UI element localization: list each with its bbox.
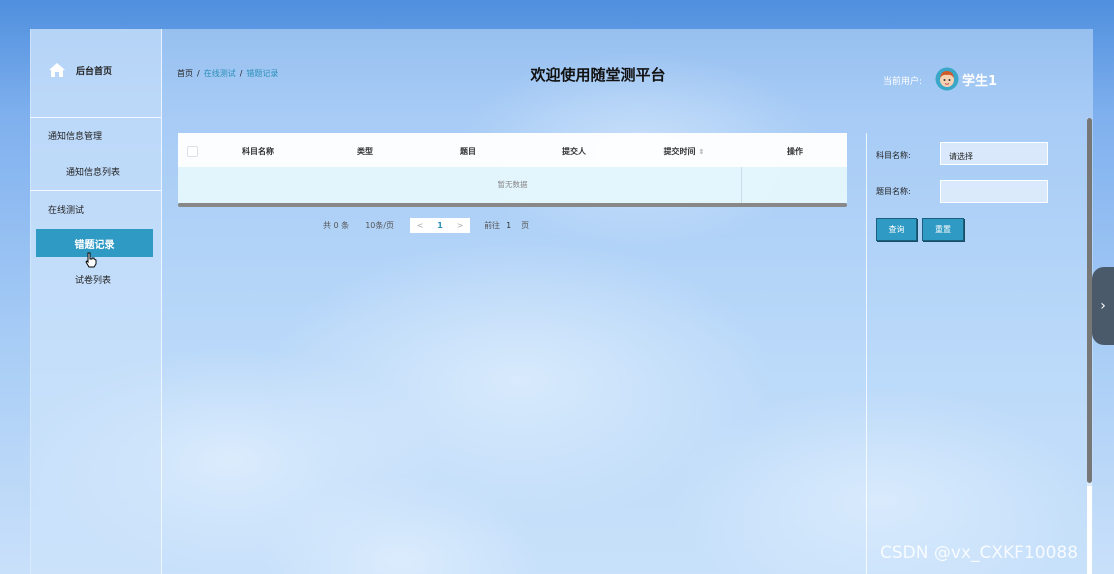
- page-unit-label: 页: [521, 221, 530, 230]
- current-user-name: 学生1: [962, 74, 998, 89]
- breadcrumb-current: 错题记录: [246, 69, 279, 78]
- breadcrumb-separator: /: [239, 69, 243, 78]
- data-table: 科目名称 类型 题目 提交人 提交时间 ⇕ 操作 暂无数据: [178, 133, 847, 207]
- breadcrumb: 首页 / 在线测试 / 错题记录: [177, 68, 278, 79]
- breadcrumb-separator: /: [197, 69, 200, 78]
- question-name-input[interactable]: [940, 180, 1048, 203]
- pagination-total: 共 0 条: [323, 221, 350, 230]
- next-page-button[interactable]: >: [450, 221, 470, 230]
- empty-text: 暂无数据: [497, 180, 528, 189]
- home-icon: [48, 62, 66, 78]
- goto-page-input[interactable]: 1: [506, 221, 511, 230]
- prev-page-button[interactable]: <: [410, 221, 430, 230]
- sort-icon[interactable]: ⇕: [699, 148, 705, 156]
- sidebar-divider: [30, 190, 161, 191]
- breadcrumb-online-test[interactable]: 在线测试: [204, 69, 236, 78]
- sidebar-item-notice-list[interactable]: 通知信息列表: [66, 165, 120, 178]
- column-header-submit-time[interactable]: 提交时间 ⇕: [658, 146, 710, 157]
- pager: < 1 >: [410, 218, 471, 233]
- sidebar: [30, 29, 162, 574]
- column-header-subject: 科目名称: [242, 147, 274, 156]
- table-body: 暂无数据: [178, 167, 847, 203]
- column-header-question: 题目: [460, 147, 476, 156]
- query-button[interactable]: 查询: [876, 218, 917, 241]
- subject-name-label: 科目名称:: [876, 151, 911, 160]
- sidebar-divider: [30, 117, 161, 118]
- subject-select[interactable]: 请选择: [940, 142, 1048, 165]
- sidebar-item-label: 错题记录: [74, 239, 115, 251]
- column-header-actions: 操作: [787, 147, 803, 156]
- column-divider: [741, 167, 742, 203]
- side-panel-toggle[interactable]: ›: [1092, 267, 1114, 345]
- reset-button[interactable]: 重置: [922, 218, 964, 241]
- column-header-submitter: 提交人: [562, 147, 586, 156]
- home-label: 后台首页: [76, 66, 113, 77]
- current-user-label: 当前用户:: [883, 77, 923, 87]
- sidebar-item-exam-list[interactable]: 试卷列表: [75, 273, 111, 286]
- page-title: 欢迎使用随堂测平台: [530, 66, 666, 84]
- scrollbar-track: [1087, 486, 1092, 574]
- sidebar-group-online-test[interactable]: 在线测试: [48, 203, 84, 216]
- page-scrollbar[interactable]: [1087, 118, 1092, 574]
- main-frame: [30, 29, 1093, 574]
- breadcrumb-home[interactable]: 首页: [177, 69, 193, 78]
- page-number[interactable]: 1: [430, 221, 450, 230]
- page-size-select[interactable]: 10条/页: [365, 220, 394, 231]
- column-header-label: 提交时间: [663, 147, 696, 156]
- avatar[interactable]: [935, 67, 959, 91]
- column-header-type: 类型: [357, 147, 373, 156]
- watermark: CSDN @vx_CXKF10088: [880, 543, 1079, 563]
- search-panel-divider: [866, 133, 867, 574]
- question-name-label: 题目名称:: [876, 187, 911, 196]
- pagination: 共 0 条 10条/页 < 1 > 前往 1 页: [323, 218, 529, 233]
- chevron-right-icon: ›: [1100, 298, 1106, 314]
- select-all-checkbox[interactable]: [187, 146, 198, 157]
- table-horizontal-scrollbar[interactable]: [178, 203, 847, 207]
- home-link[interactable]: 后台首页: [48, 62, 112, 78]
- goto-label: 前往: [484, 221, 501, 230]
- table-header: 科目名称 类型 题目 提交人 提交时间 ⇕ 操作: [178, 133, 847, 167]
- hand-cursor-icon: [84, 252, 98, 271]
- sidebar-group-notice[interactable]: 通知信息管理: [48, 129, 102, 142]
